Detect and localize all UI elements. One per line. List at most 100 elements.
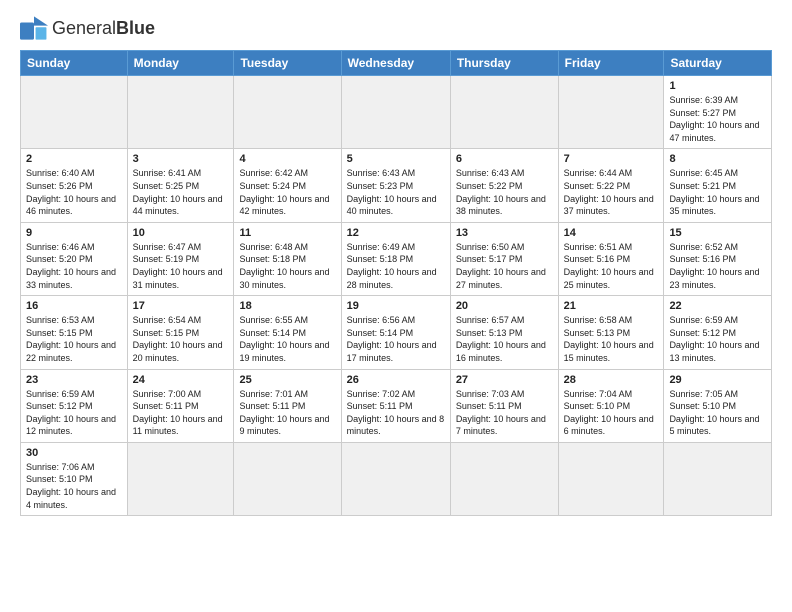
calendar-cell: 21Sunrise: 6:58 AM Sunset: 5:13 PM Dayli… [558, 296, 664, 369]
day-info: Sunrise: 6:49 AM Sunset: 5:18 PM Dayligh… [347, 241, 445, 291]
day-info: Sunrise: 6:43 AM Sunset: 5:22 PM Dayligh… [456, 167, 553, 217]
day-number: 17 [133, 300, 229, 312]
calendar-cell [664, 442, 772, 515]
day-number: 9 [26, 227, 122, 239]
day-number: 5 [347, 153, 445, 165]
calendar-week-1: 1 Sunrise: 6:39 AM Sunset: 5:27 PM Daylig… [21, 76, 772, 149]
day-number: 19 [347, 300, 445, 312]
calendar-cell [127, 76, 234, 149]
day-number: 22 [669, 300, 766, 312]
day-info: Sunrise: 7:06 AM Sunset: 5:10 PM Dayligh… [26, 461, 122, 511]
day-info: Sunrise: 7:03 AM Sunset: 5:11 PM Dayligh… [456, 388, 553, 438]
day-info: Sunrise: 7:04 AM Sunset: 5:10 PM Dayligh… [564, 388, 659, 438]
day-info: Sunrise: 6:40 AM Sunset: 5:26 PM Dayligh… [26, 167, 122, 217]
day-info: Sunrise: 6:56 AM Sunset: 5:14 PM Dayligh… [347, 314, 445, 364]
calendar-cell: 30 Sunrise: 7:06 AM Sunset: 5:10 PM Dayli… [21, 442, 128, 515]
weekday-header-monday: Monday [127, 51, 234, 76]
day-number: 14 [564, 227, 659, 239]
calendar-cell: 8Sunrise: 6:45 AM Sunset: 5:21 PM Daylig… [664, 149, 772, 222]
day-info: Sunrise: 6:46 AM Sunset: 5:20 PM Dayligh… [26, 241, 122, 291]
calendar-cell: 7Sunrise: 6:44 AM Sunset: 5:22 PM Daylig… [558, 149, 664, 222]
calendar-body: 1 Sunrise: 6:39 AM Sunset: 5:27 PM Daylig… [21, 76, 772, 516]
logo: GeneralBlue [20, 16, 155, 40]
day-number: 10 [133, 227, 229, 239]
day-info: Sunrise: 6:42 AM Sunset: 5:24 PM Dayligh… [239, 167, 335, 217]
calendar-cell: 5 Sunrise: 6:43 AM Sunset: 5:23 PM Daylig… [341, 149, 450, 222]
calendar-cell [234, 76, 341, 149]
day-number: 25 [239, 374, 335, 386]
calendar-cell: 17Sunrise: 6:54 AM Sunset: 5:15 PM Dayli… [127, 296, 234, 369]
calendar-cell: 27 Sunrise: 7:03 AM Sunset: 5:11 PM Dayli… [450, 369, 558, 442]
weekday-header-wednesday: Wednesday [341, 51, 450, 76]
day-number: 28 [564, 374, 659, 386]
day-number: 16 [26, 300, 122, 312]
calendar-cell: 19 Sunrise: 6:56 AM Sunset: 5:14 PM Dayli… [341, 296, 450, 369]
calendar-cell: 11Sunrise: 6:48 AM Sunset: 5:18 PM Dayli… [234, 222, 341, 295]
day-number: 29 [669, 374, 766, 386]
calendar-cell: 24 Sunrise: 7:00 AM Sunset: 5:11 PM Dayli… [127, 369, 234, 442]
day-number: 20 [456, 300, 553, 312]
day-info: Sunrise: 7:00 AM Sunset: 5:11 PM Dayligh… [133, 388, 229, 438]
day-info: Sunrise: 6:51 AM Sunset: 5:16 PM Dayligh… [564, 241, 659, 291]
calendar-cell: 28 Sunrise: 7:04 AM Sunset: 5:10 PM Dayli… [558, 369, 664, 442]
weekday-header-friday: Friday [558, 51, 664, 76]
calendar-cell [450, 76, 558, 149]
weekday-header-sunday: Sunday [21, 51, 128, 76]
day-number: 6 [456, 153, 553, 165]
calendar-cell: 29 Sunrise: 7:05 AM Sunset: 5:10 PM Dayli… [664, 369, 772, 442]
calendar-week-6: 30 Sunrise: 7:06 AM Sunset: 5:10 PM Dayli… [21, 442, 772, 515]
calendar-cell: 2Sunrise: 6:40 AM Sunset: 5:26 PM Daylig… [21, 149, 128, 222]
calendar-cell [558, 442, 664, 515]
day-info: Sunrise: 6:57 AM Sunset: 5:13 PM Dayligh… [456, 314, 553, 364]
calendar-cell: 13 Sunrise: 6:50 AM Sunset: 5:17 PM Dayli… [450, 222, 558, 295]
day-info: Sunrise: 6:59 AM Sunset: 5:12 PM Dayligh… [669, 314, 766, 364]
day-info: Sunrise: 6:50 AM Sunset: 5:17 PM Dayligh… [456, 241, 553, 291]
weekday-header-tuesday: Tuesday [234, 51, 341, 76]
calendar-cell: 10 Sunrise: 6:47 AM Sunset: 5:19 PM Dayli… [127, 222, 234, 295]
day-info: Sunrise: 7:05 AM Sunset: 5:10 PM Dayligh… [669, 388, 766, 438]
calendar-cell: 25 Sunrise: 7:01 AM Sunset: 5:11 PM Dayli… [234, 369, 341, 442]
calendar-cell [21, 76, 128, 149]
day-number: 27 [456, 374, 553, 386]
day-number: 12 [347, 227, 445, 239]
calendar-cell: 16Sunrise: 6:53 AM Sunset: 5:15 PM Dayli… [21, 296, 128, 369]
calendar-cell [341, 76, 450, 149]
calendar-cell: 26Sunrise: 7:02 AM Sunset: 5:11 PM Dayli… [341, 369, 450, 442]
day-number: 11 [239, 227, 335, 239]
day-number: 1 [669, 80, 766, 92]
calendar-cell: 18 Sunrise: 6:55 AM Sunset: 5:14 PM Dayli… [234, 296, 341, 369]
calendar-cell [450, 442, 558, 515]
calendar-cell: 1 Sunrise: 6:39 AM Sunset: 5:27 PM Daylig… [664, 76, 772, 149]
day-info: Sunrise: 6:39 AM Sunset: 5:27 PM Dayligh… [669, 94, 766, 144]
day-info: Sunrise: 7:01 AM Sunset: 5:11 PM Dayligh… [239, 388, 335, 438]
day-number: 30 [26, 447, 122, 459]
day-number: 13 [456, 227, 553, 239]
calendar-cell [558, 76, 664, 149]
weekday-header-saturday: Saturday [664, 51, 772, 76]
day-number: 15 [669, 227, 766, 239]
day-info: Sunrise: 6:52 AM Sunset: 5:16 PM Dayligh… [669, 241, 766, 291]
page: GeneralBlue SundayMondayTuesdayWednesday… [0, 0, 792, 526]
day-number: 18 [239, 300, 335, 312]
weekday-header-thursday: Thursday [450, 51, 558, 76]
day-info: Sunrise: 6:55 AM Sunset: 5:14 PM Dayligh… [239, 314, 335, 364]
day-number: 8 [669, 153, 766, 165]
day-number: 7 [564, 153, 659, 165]
calendar-week-5: 23Sunrise: 6:59 AM Sunset: 5:12 PM Dayli… [21, 369, 772, 442]
day-info: Sunrise: 6:47 AM Sunset: 5:19 PM Dayligh… [133, 241, 229, 291]
day-number: 3 [133, 153, 229, 165]
day-number: 24 [133, 374, 229, 386]
calendar-table: SundayMondayTuesdayWednesdayThursdayFrid… [20, 50, 772, 516]
day-number: 26 [347, 374, 445, 386]
day-number: 4 [239, 153, 335, 165]
generalblue-logo-icon [20, 16, 48, 40]
calendar-week-4: 16Sunrise: 6:53 AM Sunset: 5:15 PM Dayli… [21, 296, 772, 369]
calendar-cell: 6 Sunrise: 6:43 AM Sunset: 5:22 PM Daylig… [450, 149, 558, 222]
calendar-cell [234, 442, 341, 515]
calendar-week-3: 9 Sunrise: 6:46 AM Sunset: 5:20 PM Daylig… [21, 222, 772, 295]
calendar-cell [341, 442, 450, 515]
day-info: Sunrise: 6:59 AM Sunset: 5:12 PM Dayligh… [26, 388, 122, 438]
day-info: Sunrise: 6:43 AM Sunset: 5:23 PM Dayligh… [347, 167, 445, 217]
day-number: 21 [564, 300, 659, 312]
day-info: Sunrise: 6:41 AM Sunset: 5:25 PM Dayligh… [133, 167, 229, 217]
